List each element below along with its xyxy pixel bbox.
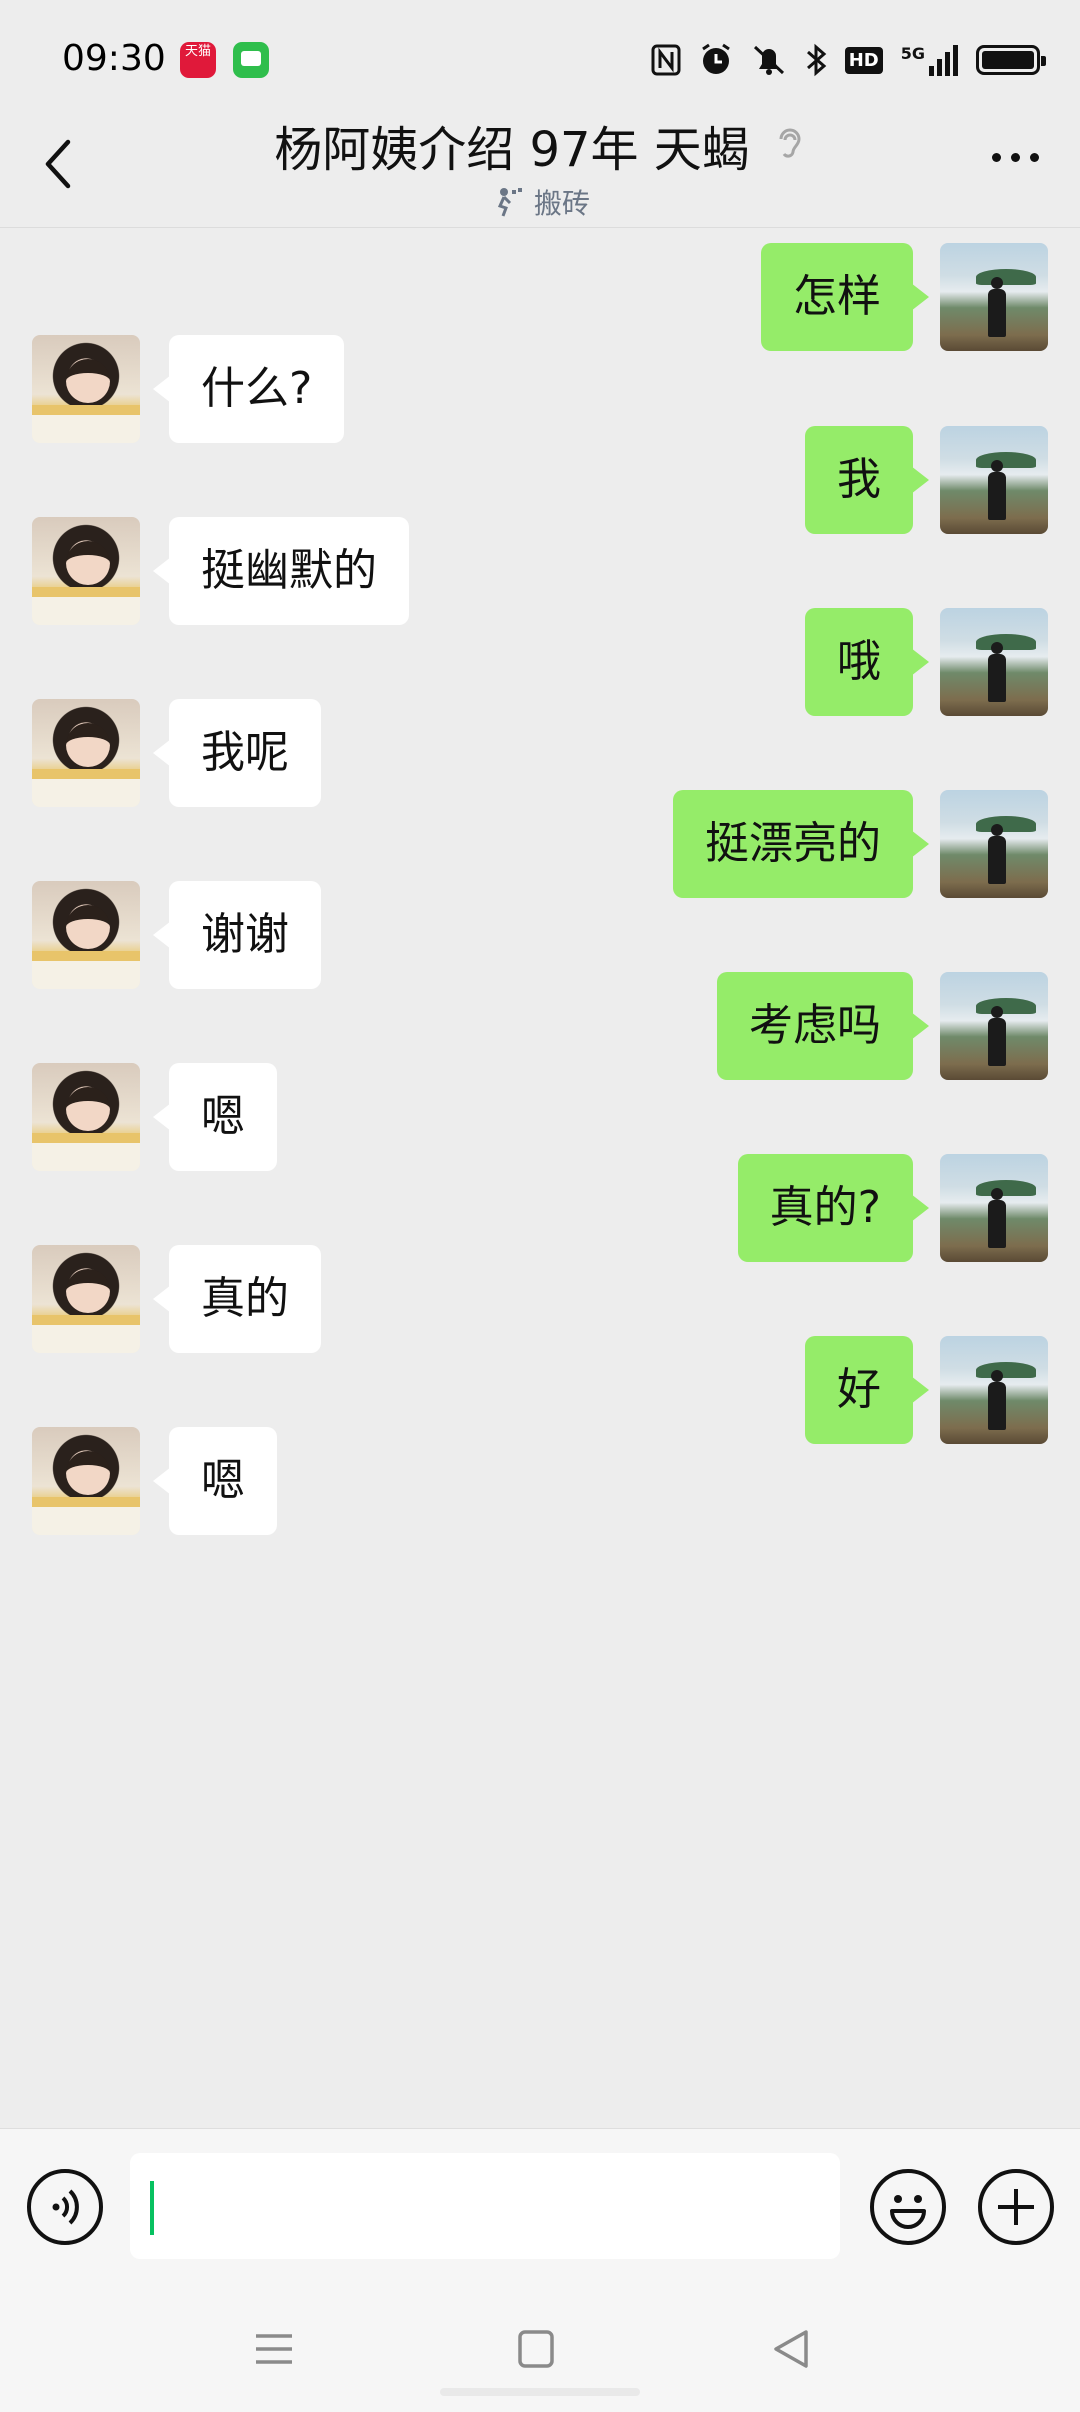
bluetooth-icon [805, 42, 827, 78]
status-time: 09:30 [62, 38, 166, 79]
tmall-app-icon: 天猫 [180, 42, 216, 78]
status-subtitle: 搬砖 [0, 182, 1080, 222]
mute-icon [751, 42, 787, 78]
voice-input-button[interactable] [27, 2169, 103, 2245]
contact-avatar[interactable] [32, 1427, 140, 1535]
tmall-badge-label: 天猫 [184, 44, 211, 59]
message-list[interactable]: 怎样 什么? 我 挺幽默的 哦 我呢 挺漂亮的 谢谢 考虑吗 嗯 真的? 真的 … [0, 229, 1080, 2129]
status-icons: HD 5G [651, 40, 1046, 80]
more-dot-icon [992, 152, 1001, 162]
battery-icon [976, 42, 1046, 78]
signal-5g-icon: 5G [901, 42, 958, 78]
network-label: 5G [900, 43, 925, 63]
alarm-icon [699, 42, 733, 78]
message-row: 嗯 [0, 1427, 1080, 1535]
more-dot-icon [1011, 152, 1020, 162]
emoji-icon [890, 2195, 926, 2229]
input-bar [0, 2128, 1080, 2288]
menu-icon [256, 2334, 292, 2364]
working-status-icon [497, 188, 522, 217]
system-navigation-bar [0, 2288, 1080, 2412]
nfc-icon [651, 42, 681, 78]
hd-label: HD [844, 46, 883, 74]
message-input[interactable] [130, 2153, 840, 2259]
more-dot-icon [1030, 152, 1039, 162]
system-back-button[interactable] [762, 2324, 822, 2374]
home-button[interactable] [506, 2324, 566, 2374]
status-subtitle-text: 搬砖 [533, 187, 590, 220]
more-functions-button[interactable] [978, 2169, 1054, 2245]
square-home-icon [518, 2330, 554, 2368]
voice-icon [52, 2189, 79, 2225]
plus-icon [998, 2189, 1034, 2225]
hd-icon: HD [844, 42, 883, 78]
home-indicator [440, 2388, 640, 2396]
messages-app-icon [233, 42, 269, 78]
chat-header: 杨阿姨介绍 97年 天蝎 搬砖 [0, 100, 1080, 228]
chat-title-row[interactable]: 杨阿姨介绍 97年 天蝎 [274, 110, 806, 180]
triangle-back-icon [774, 2330, 808, 2368]
received-message-bubble[interactable]: 嗯 [153, 1427, 277, 1535]
recent-apps-button[interactable] [244, 2324, 304, 2374]
emoji-button[interactable] [870, 2169, 946, 2245]
earpiece-mode-icon [779, 128, 801, 158]
text-caret [150, 2181, 154, 2235]
more-options-button[interactable] [992, 142, 1052, 172]
chat-title: 杨阿姨介绍 97年 天蝎 [274, 122, 750, 178]
